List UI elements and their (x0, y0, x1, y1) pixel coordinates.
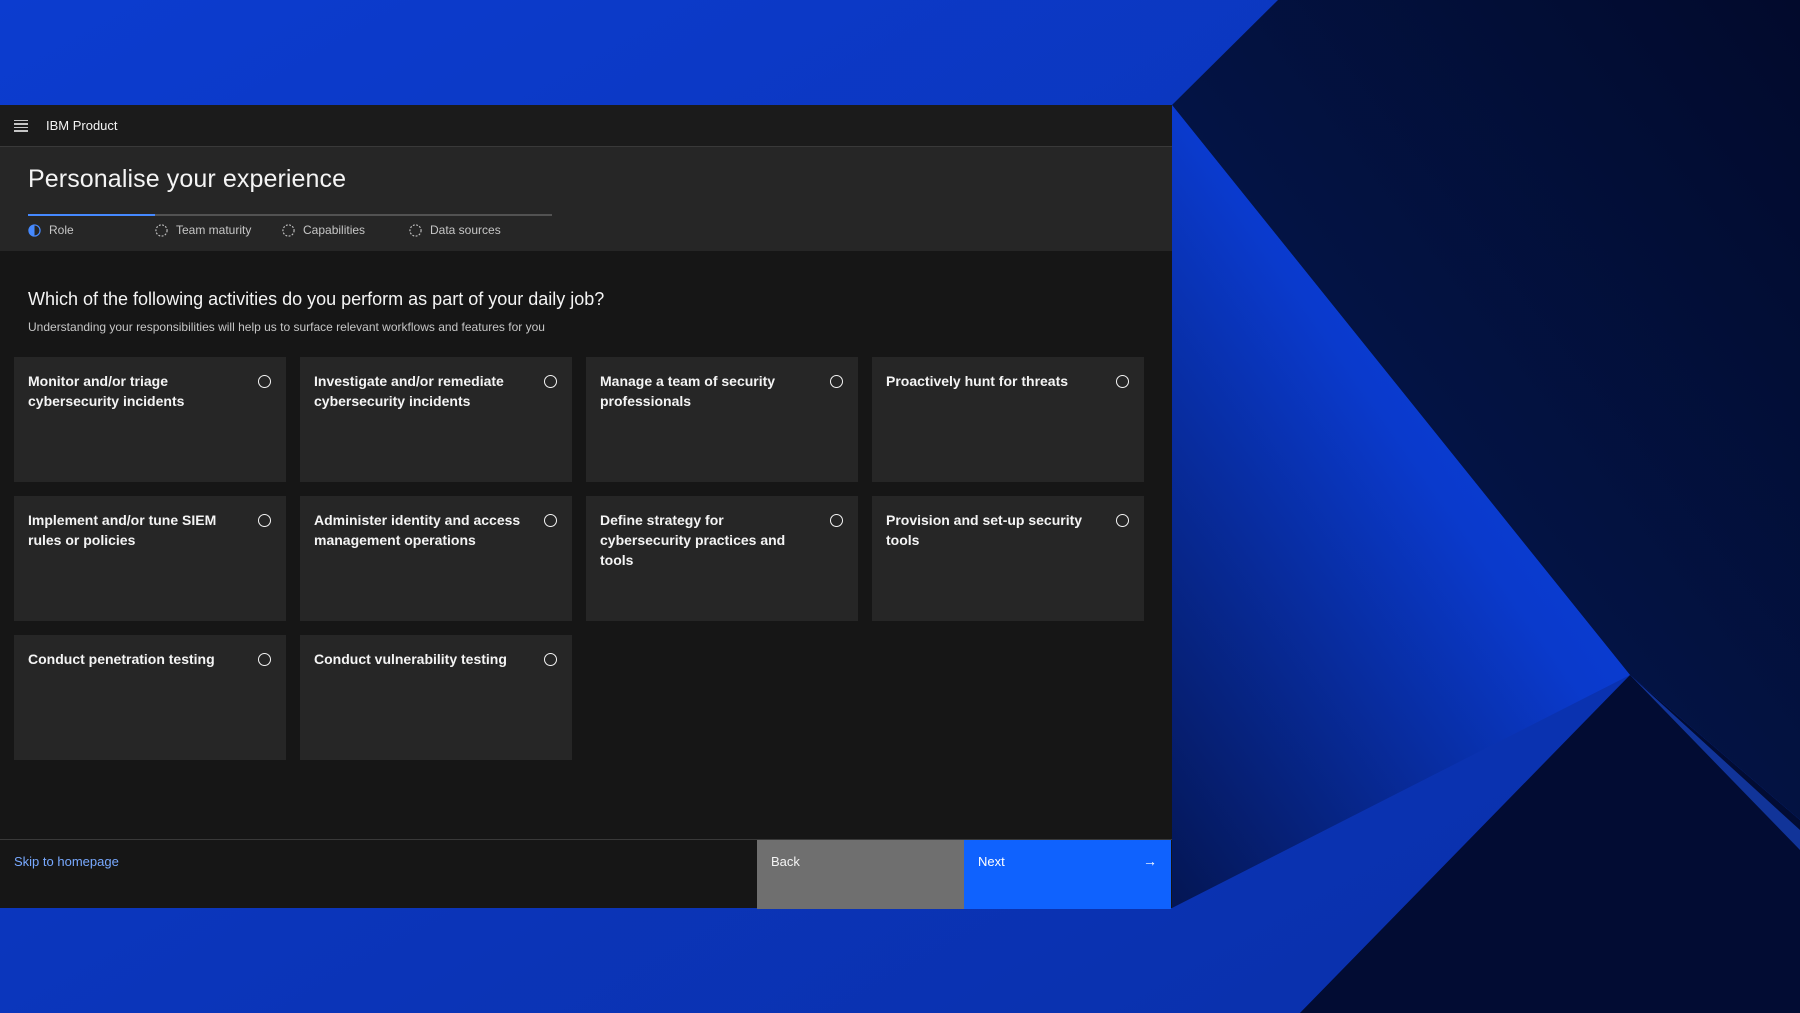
arrow-right-icon: → (1143, 853, 1157, 869)
step-label: Data sources (430, 223, 501, 237)
question-helper-text: Understanding your responsibilities will… (28, 320, 545, 334)
step-label: Capabilities (303, 223, 366, 237)
option-label: Administer identity and access managemen… (314, 512, 521, 548)
top-navigation-bar: IBM Product (0, 105, 1172, 147)
radio-circle-icon[interactable] (258, 375, 271, 388)
main-window: IBM Product Personalise your experience … (0, 105, 1172, 909)
radio-circle-icon[interactable] (830, 514, 843, 527)
step-label: Team maturity (176, 223, 252, 237)
step-capabilities[interactable]: Capabilities (282, 223, 409, 237)
option-tile[interactable]: Proactively hunt for threats (872, 357, 1144, 482)
question-section: Which of the following activities do you… (0, 251, 1172, 334)
radio-circle-icon[interactable] (258, 514, 271, 527)
option-label: Proactively hunt for threats (886, 373, 1069, 389)
option-label: Define strategy for cybersecurity practi… (600, 512, 786, 568)
option-tile[interactable]: Conduct penetration testing (14, 635, 286, 760)
back-button-label: Back (771, 854, 800, 869)
radio-circle-icon[interactable] (544, 375, 557, 388)
next-button[interactable]: Next → (964, 840, 1171, 909)
option-tile[interactable]: Define strategy for cybersecurity practi… (586, 496, 858, 621)
progress-fill (28, 214, 155, 216)
radio-circle-icon[interactable] (830, 375, 843, 388)
option-label: Conduct vulnerability testing (314, 651, 507, 667)
option-tile[interactable]: Monitor and/or triage cybersecurity inci… (14, 357, 286, 482)
next-button-label: Next (978, 854, 1005, 869)
progress-indicator: Role Team maturity Capabilities Data sou… (28, 214, 552, 244)
step-data-sources[interactable]: Data sources (409, 223, 549, 237)
step-team-maturity[interactable]: Team maturity (155, 223, 282, 237)
option-tile[interactable]: Implement and/or tune SIEM rules or poli… (14, 496, 286, 621)
dashed-circle-icon (282, 223, 295, 237)
option-label: Implement and/or tune SIEM rules or poli… (28, 512, 217, 548)
skip-to-homepage-link[interactable]: Skip to homepage (14, 854, 119, 869)
option-label: Investigate and/or remediate cybersecuri… (314, 373, 504, 409)
half-filled-circle-icon (28, 223, 41, 237)
dashed-circle-icon (155, 223, 168, 237)
radio-circle-icon[interactable] (544, 653, 557, 666)
option-label: Monitor and/or triage cybersecurity inci… (28, 373, 185, 409)
option-tile[interactable]: Manage a team of security professionals (586, 357, 858, 482)
product-name: IBM Product (46, 118, 118, 133)
option-tile[interactable]: Administer identity and access managemen… (300, 496, 572, 621)
radio-circle-icon[interactable] (544, 514, 557, 527)
radio-circle-icon[interactable] (258, 653, 271, 666)
option-tile[interactable]: Investigate and/or remediate cybersecuri… (300, 357, 572, 482)
activity-options-grid: Monitor and/or triage cybersecurity inci… (14, 357, 1144, 760)
page-title: Personalise your experience (28, 165, 347, 193)
footer-actions: Skip to homepage Back Next → (0, 839, 1172, 909)
dashed-circle-icon (409, 223, 422, 237)
question-heading: Which of the following activities do you… (28, 289, 605, 309)
step-label: Role (49, 223, 74, 237)
option-tile[interactable]: Conduct vulnerability testing (300, 635, 572, 760)
option-label: Provision and set-up security tools (886, 512, 1083, 548)
option-tile[interactable]: Provision and set-up security tools (872, 496, 1144, 621)
radio-circle-icon[interactable] (1116, 375, 1129, 388)
step-role[interactable]: Role (28, 223, 155, 237)
back-button[interactable]: Back (757, 840, 964, 909)
menu-icon[interactable] (14, 119, 28, 132)
radio-circle-icon[interactable] (1116, 514, 1129, 527)
page-header: Personalise your experience Role Team ma… (0, 147, 1172, 251)
option-label: Conduct penetration testing (28, 651, 215, 667)
option-label: Manage a team of security professionals (600, 373, 776, 409)
